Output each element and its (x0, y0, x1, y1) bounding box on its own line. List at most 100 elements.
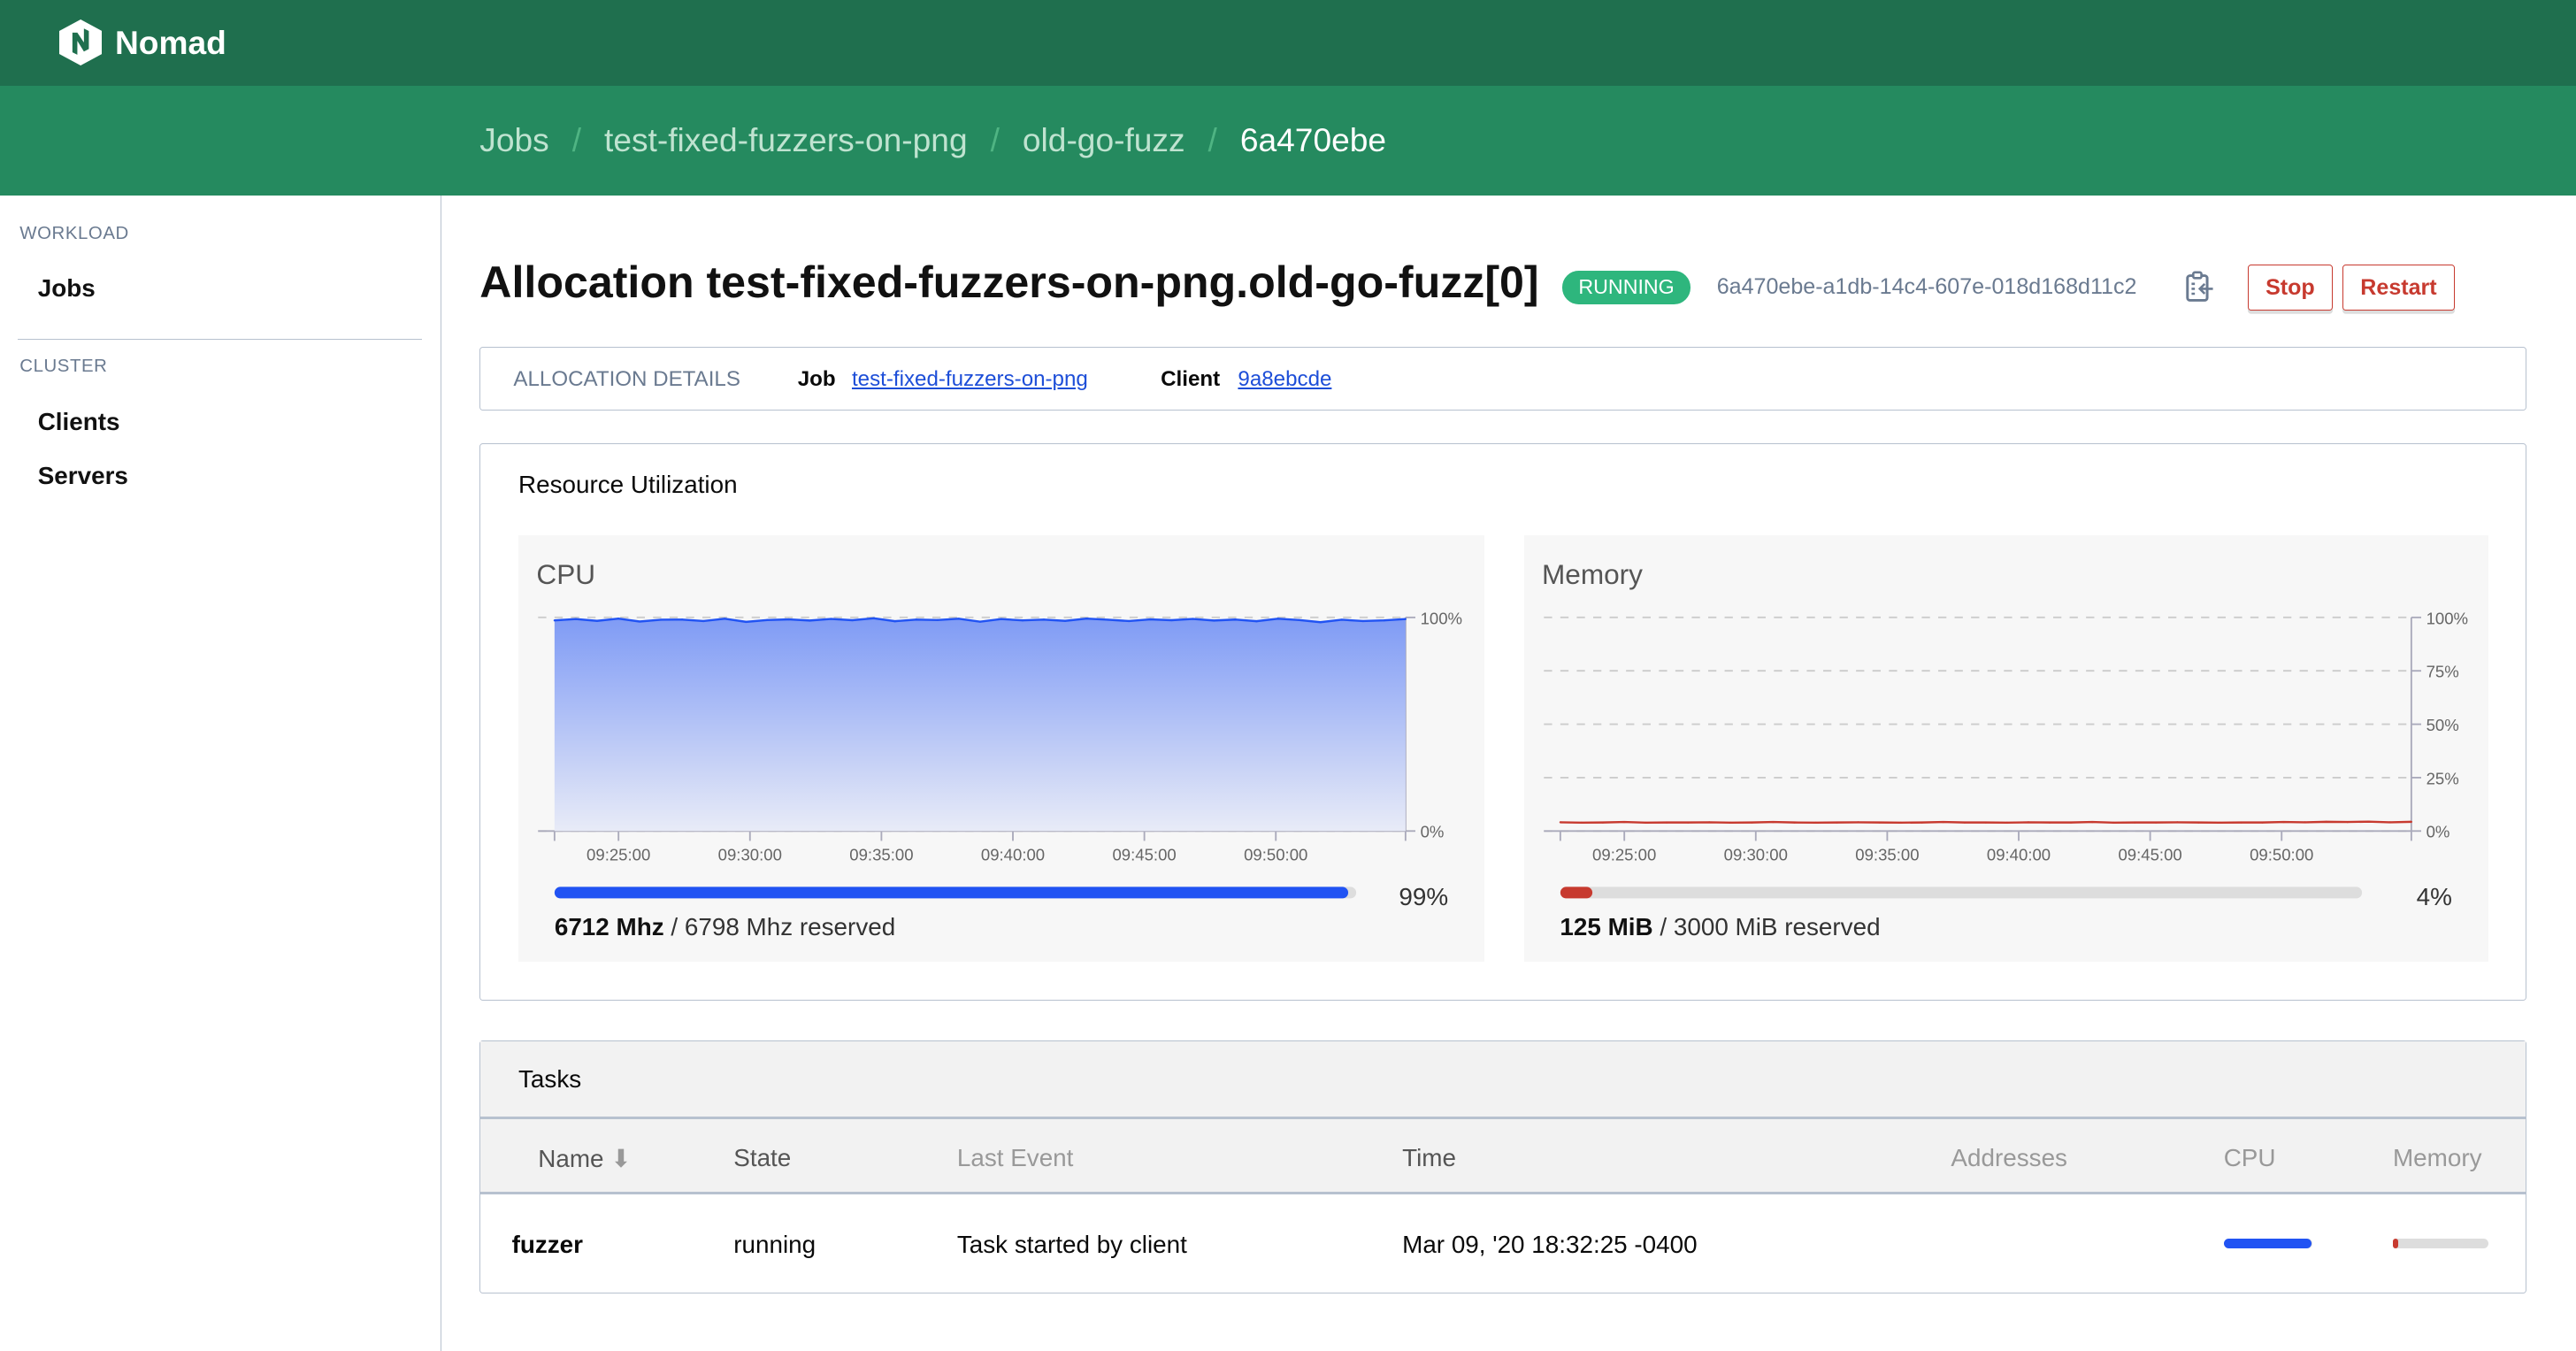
data-point (574, 618, 578, 620)
tasks-table-header: Name ⬇ State Last Event Time Addresses C… (480, 1118, 2526, 1194)
task-memory-fill (2392, 1238, 2398, 1248)
data-point (1729, 821, 1731, 824)
allocation-id: 6a470ebe-a1db-14c4-607e-018d168d11c2 (1716, 274, 2137, 300)
col-addresses: Addresses (1951, 1143, 2067, 1171)
breadcrumb-taskgroup[interactable]: old-go-fuzz (1023, 121, 1185, 159)
breadcrumb: Jobs / test-fixed-fuzzers-on-png / old-go-… (479, 121, 1386, 159)
col-state[interactable]: State (733, 1144, 791, 1172)
data-point (2196, 821, 2200, 824)
sidebar-heading-workload: WORKLOAD (19, 223, 129, 243)
data-point (1107, 618, 1109, 621)
y-tick-label: 100% (2426, 609, 2467, 627)
x-tick-label: 09:45:00 (2118, 845, 2181, 864)
data-point (1170, 618, 1173, 621)
memory-reserved: / 3000 MiB reserved (1660, 912, 1881, 940)
data-point (1857, 820, 1859, 824)
restart-button[interactable]: Restart (2342, 264, 2455, 311)
breadcrumb-separator: / (571, 121, 582, 159)
details-heading: ALLOCATION DETAILS (513, 367, 740, 392)
col-name-label: Name (538, 1144, 604, 1172)
data-point (1000, 618, 1003, 620)
data-point (2239, 821, 2242, 824)
memory-card: 0% 25% 50% 75% 100% 09:25:00 09:30:00 09:35:00 0… (1523, 534, 2488, 963)
breadcrumb-separator: / (990, 121, 1000, 159)
data-point (702, 619, 705, 622)
area-fill (554, 618, 1406, 831)
top-nav: Nomad (0, 0, 2576, 86)
job-label: Job (797, 367, 836, 392)
breadcrumb-jobs[interactable]: Jobs (479, 121, 548, 159)
col-time[interactable]: Time (1402, 1144, 1456, 1172)
data-point (745, 620, 748, 623)
task-name[interactable]: fuzzer (512, 1231, 583, 1259)
data-point (1255, 619, 1258, 622)
data-point (724, 617, 726, 619)
usage-bar-fill (1560, 886, 1592, 898)
data-point (1128, 619, 1131, 622)
sidebar: WORKLOAD Jobs CLUSTER Clients Servers (0, 195, 441, 1351)
table-row[interactable]: fuzzer running Task started by client Ma… (480, 1194, 2526, 1293)
data-point (1021, 618, 1024, 621)
sidebar-heading-cluster: CLUSTER (19, 356, 108, 376)
x-tick-label: 09:25:00 (586, 845, 650, 864)
memory-percent: 4% (2416, 883, 2452, 911)
breadcrumb-bar: Jobs / test-fixed-fuzzers-on-png / old-go-… (0, 85, 2576, 196)
data-point (638, 619, 641, 623)
col-name[interactable]: Name ⬇ (538, 1144, 631, 1173)
data-point (809, 618, 811, 622)
task-cpu-fill (2223, 1238, 2312, 1248)
data-point (766, 618, 769, 621)
data-point (1622, 820, 1625, 823)
task-time: Mar 09, '20 18:32:25 -0400 (1402, 1230, 1698, 1258)
data-point (2346, 820, 2349, 823)
data-point (2069, 821, 2072, 824)
cpu-chart: 0% 100% 09:25:00 09:30:00 09:35:00 09:40:00 09… (538, 609, 1462, 898)
sidebar-item-servers[interactable]: Servers (38, 462, 128, 490)
data-point (595, 619, 599, 622)
sidebar-item-clients[interactable]: Clients (38, 408, 120, 436)
data-point (1835, 821, 1838, 824)
y-tick-label: 75% (2426, 662, 2458, 680)
data-point (681, 618, 684, 620)
data-point (1644, 821, 1646, 824)
cpu-used: 6712 Mhz (554, 912, 664, 940)
breadcrumb-allocation[interactable]: 6a470ebe (1240, 121, 1386, 159)
data-point (957, 617, 960, 619)
job-link[interactable]: test-fixed-fuzzers-on-png (852, 367, 1088, 391)
data-point (1361, 619, 1364, 622)
x-tick-label: 09:50:00 (2250, 845, 2313, 864)
allocation-details-bar: ALLOCATION DETAILS Job test-fixed-fuzzer… (479, 346, 2527, 411)
data-point (1771, 820, 1775, 823)
y-tick-label: 25% (2426, 769, 2458, 787)
nomad-logo-icon (58, 19, 103, 66)
breadcrumb-job[interactable]: test-fixed-fuzzers-on-png (604, 121, 968, 159)
data-point (2218, 821, 2221, 824)
col-memory: Memory (2392, 1143, 2482, 1171)
data-point (872, 617, 875, 619)
copy-button[interactable] (2185, 271, 2214, 311)
x-tick-label: 09:30:00 (1723, 845, 1787, 864)
task-memory-bar (2392, 1238, 2488, 1248)
x-tick-label: 09:40:00 (1986, 845, 2050, 864)
data-point (851, 618, 854, 621)
x-tick-label: 09:35:00 (1855, 845, 1919, 864)
data-point (1559, 820, 1561, 824)
data-point (893, 619, 896, 622)
task-last-event: Task started by client (956, 1230, 1187, 1258)
data-point (2282, 820, 2285, 823)
usage-bar-track (1560, 886, 2362, 898)
data-point (1686, 821, 1689, 824)
client-link[interactable]: 9a8ebcde (1238, 367, 1331, 391)
task-state: running (733, 1230, 816, 1258)
home-logo-link[interactable]: Nomad (58, 19, 226, 66)
x-tick-label: 09:25:00 (1592, 845, 1656, 864)
data-point (1383, 618, 1385, 621)
sidebar-item-jobs[interactable]: Jobs (38, 274, 96, 303)
tasks-panel: Tasks Name ⬇ State Last Event Time Addre… (479, 1040, 2527, 1293)
data-point (978, 620, 981, 623)
stop-button[interactable]: Stop (2247, 264, 2334, 311)
data-point (1319, 620, 1322, 623)
data-point (2112, 821, 2114, 824)
data-point (1404, 618, 1407, 620)
memory-used: 125 MiB (1560, 912, 1653, 940)
